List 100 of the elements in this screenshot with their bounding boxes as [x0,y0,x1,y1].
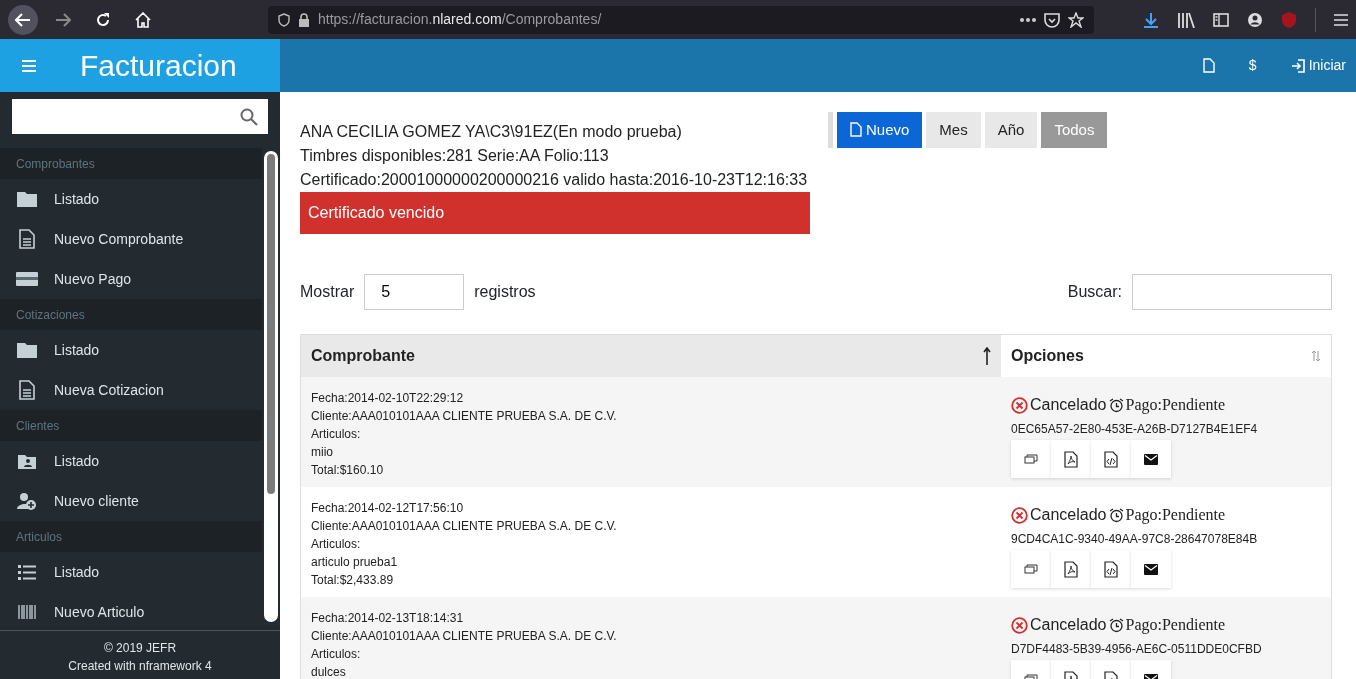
sidebar-icon [1213,12,1229,27]
pdf-icon [1064,450,1078,468]
section-heading: Clientes [0,410,262,441]
account-info-line: Certificado:20001000000200000216 valido hasta:2016-10-23T12:16:33 [300,170,809,190]
invoice-detail-line: Fecha:2014-02-10T22:29:12 [311,390,465,407]
app-title: Facturacion [80,48,237,84]
records-label: registros [474,282,536,302]
expired-certificate-alert: Certificado vencido [300,192,810,234]
table-search-field[interactable] [1132,274,1332,310]
invoice-detail-line: articulo prueba1 [311,554,399,571]
page-size-field[interactable]: 5 [364,274,465,310]
invoice-detail-line: Fecha:2014-02-12T17:56:10 [311,500,465,517]
cancel-icon [1011,396,1028,414]
scrollbar[interactable] [264,151,278,622]
account-info-line: ANA CECILIA GOMEZ YA\C3\91EZ(En modo prueba) [300,122,683,142]
filter-button[interactable]: Año [984,112,1038,148]
document-icon [1202,58,1215,73]
payment-status: Pago:Pendiente [1125,505,1226,526]
xml-button[interactable] [1091,440,1131,478]
sort-icon [1311,350,1321,362]
currency-button[interactable]: $ [1244,51,1261,80]
search-label: Buscar: [1067,282,1122,302]
envelope-icon [1144,563,1158,575]
address-bar[interactable]: https://facturacion.nlared.com/Comprobantes/ [268,5,1094,34]
document-icon [850,121,862,137]
invoice-detail-line: Articulos: [311,646,362,663]
list-icon [18,564,36,580]
invoice-detail-line: Cliente:AAA010101AAA CLIENTE PRUEBA S.A. DE C.V. [311,408,618,425]
pdf-button[interactable] [1051,440,1091,478]
alarm-clock-icon [1108,507,1124,523]
back-button[interactable] [8,4,38,35]
invoice-detail-line: Cliente:AAA010101AAA CLIENTE PRUEBA S.A. DE C.V. [311,628,618,645]
credit-card-icon [16,272,38,286]
home-icon [135,11,151,28]
search-field[interactable] [12,99,268,134]
sidebar-item[interactable]: Listado [0,441,262,481]
code-file-icon [1104,450,1118,468]
document-icon [19,229,35,249]
uuid-text: 9CD4CA1C-9340-49AA-97C8-28647078E84B [1011,531,1259,548]
email-button[interactable] [1131,550,1171,588]
lock-icon [298,12,310,27]
cancel-icon [1011,506,1028,524]
duplicate-button[interactable] [1011,550,1051,588]
show-label: Mostrar [300,282,355,302]
alarm-clock-icon [1108,397,1124,413]
document-icon [19,380,35,400]
folder-icon [17,191,37,207]
invoice-detail-line: dulces [311,664,347,679]
cancel-icon [1011,616,1028,634]
sidebar-item[interactable]: Nueva Cotizacion [0,370,262,410]
email-button[interactable] [1131,440,1171,478]
back-arrow-icon [15,12,31,27]
pdf-icon [1064,560,1078,578]
duplicate-button[interactable] [1011,440,1051,478]
filter-button[interactable]: Mes [926,112,981,148]
url-text: https://facturacion.nlared.com/Comprobantes/ [318,10,603,29]
invoice-detail-line: Articulos: [311,426,362,443]
code-file-icon [1104,560,1118,578]
envelope-icon [1144,453,1158,465]
invoice-detail-line: Total:$160.10 [311,462,385,479]
person-add-icon [17,492,37,510]
windows-icon [1024,564,1038,574]
sidebar-item[interactable]: Listado [0,330,262,370]
footer-text: © 2019 JEFR [102,640,178,657]
invoice-detail-line: miio [311,444,334,461]
download-icon [1143,11,1159,28]
new-button[interactable]: Nuevo [837,112,923,148]
status-text: Cancelado [1030,615,1107,635]
contact-card-icon [18,453,36,469]
payment-status: Pago:Pendiente [1125,395,1226,416]
sidebar-item[interactable]: Nuevo Articulo [0,592,262,630]
pocket-icon [1044,11,1060,28]
shield-icon [278,12,290,27]
search-icon [240,107,258,126]
invoice-detail-line: Cliente:AAA010101AAA CLIENTE PRUEBA S.A. DE C.V. [311,518,618,535]
footer-text: Created with nframework 4 [67,658,213,675]
reload-icon [95,11,111,28]
login-button[interactable]: Iniciar [1286,51,1350,80]
status-text: Cancelado [1030,505,1107,525]
pdf-button[interactable] [1051,550,1091,588]
more-dots-icon [1020,17,1036,22]
sidebar-item[interactable]: Nuevo Comprobante [0,219,262,259]
sidebar-item[interactable]: Nuevo Pago [0,259,262,299]
sidebar-item[interactable]: Listado [0,552,262,592]
xml-button[interactable] [1091,550,1131,588]
invoice-detail-line: Total:$2,433.89 [311,572,395,589]
alarm-clock-icon [1108,617,1124,633]
column-header[interactable]: Opciones [1001,335,1331,377]
uuid-text: D7DF4483-5B39-4956-AE6C-0511DDE0CFBD [1011,641,1263,658]
shield-badge-icon [1281,10,1297,29]
menu-icon [22,59,36,72]
star-icon [1068,11,1084,28]
column-header[interactable]: Comprobante [301,335,1001,377]
account-icon [1247,11,1263,28]
sidebar-item[interactable]: Nuevo cliente [0,481,262,521]
windows-icon [1024,454,1038,464]
sort-ascending-icon [983,347,991,365]
sidebar-item[interactable]: Listado [0,179,262,219]
section-heading: Cotizaciones [0,299,262,330]
payment-status: Pago:Pendiente [1125,615,1226,636]
